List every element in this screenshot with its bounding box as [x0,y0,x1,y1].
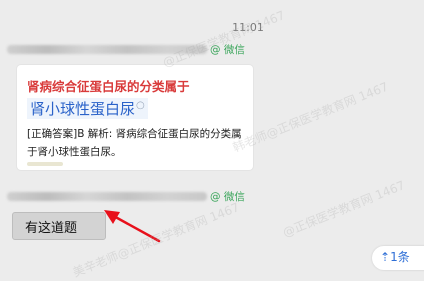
unread-message-badge[interactable]: ⇡1条 [372,246,424,270]
arrow-up-icon: ⇡ [380,250,391,264]
red-arrow-annotation [104,210,161,243]
